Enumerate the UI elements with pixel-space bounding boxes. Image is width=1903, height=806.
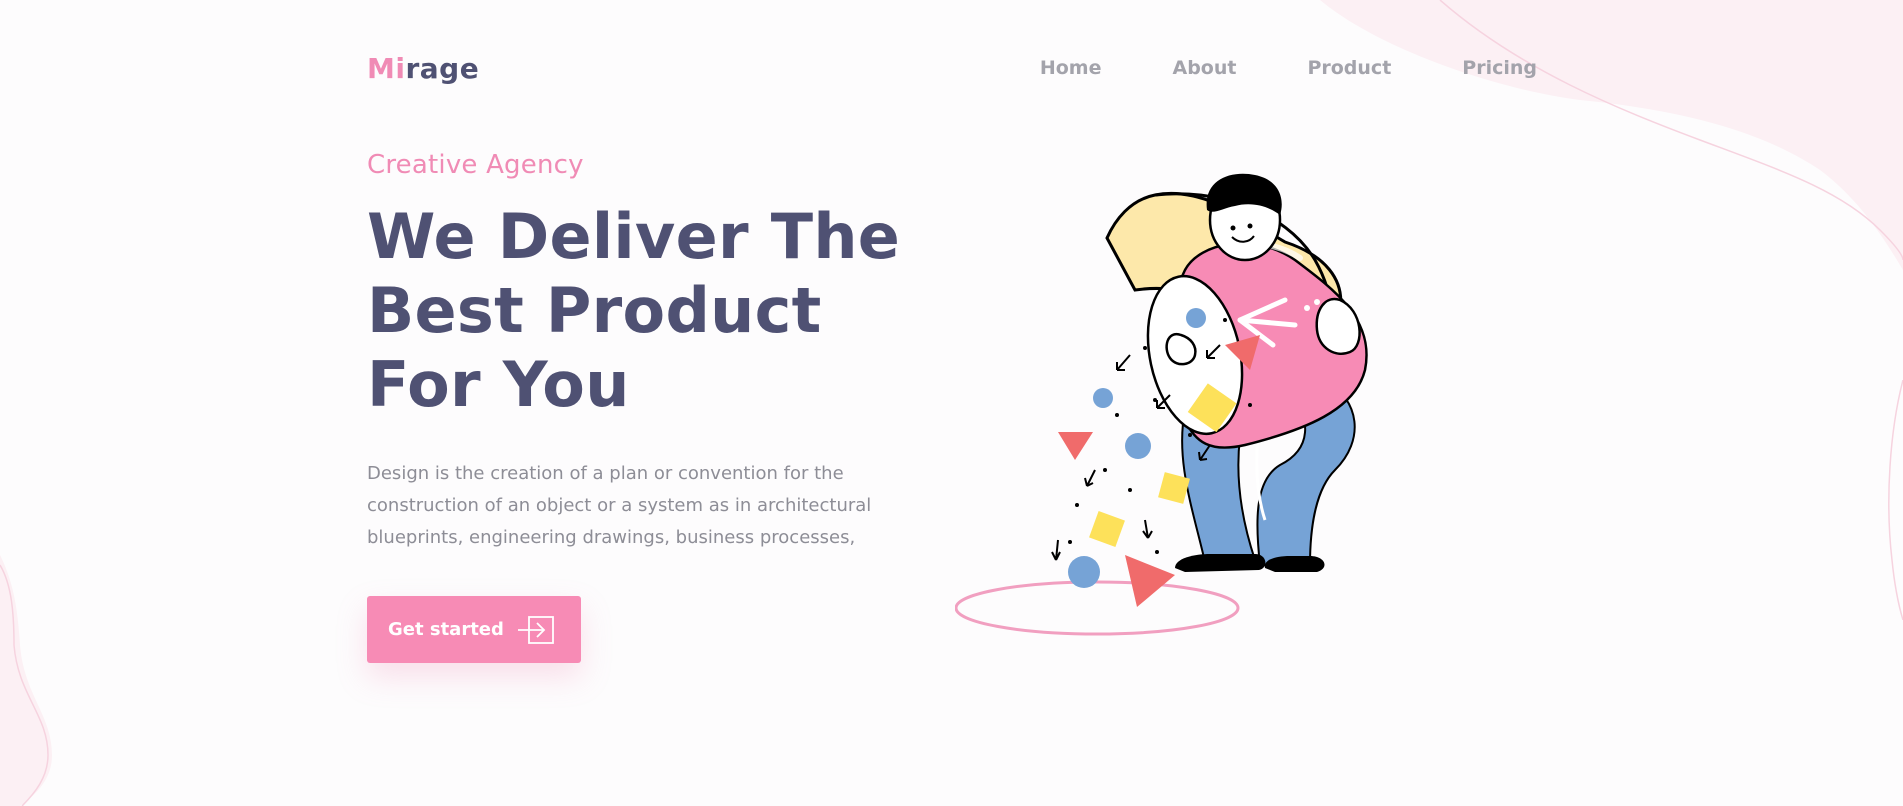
- falling-circle: [1186, 308, 1206, 328]
- right-shoe: [1264, 556, 1325, 572]
- nav-link-home[interactable]: Home: [1040, 57, 1102, 79]
- left-shoe: [1175, 554, 1266, 572]
- get-started-button[interactable]: Get started: [367, 596, 581, 663]
- right-hand: [1315, 297, 1361, 355]
- nav-link-pricing[interactable]: Pricing: [1462, 57, 1537, 79]
- hero-eyebrow: Creative Agency: [367, 150, 584, 180]
- arrow-into-box-icon: [518, 616, 554, 644]
- hero-section: Creative Agency We Deliver The Best Prod…: [367, 150, 927, 554]
- hero-illustration: [955, 173, 1368, 636]
- hero-description: Design is the creation of a plan or conv…: [367, 463, 872, 548]
- background-blob-right-edge: [1888, 380, 1903, 620]
- get-started-label: Get started: [388, 619, 504, 640]
- ground-ellipse: [955, 580, 1240, 636]
- nav-links: Home About Product Pricing: [1040, 57, 1537, 79]
- brand-logo[interactable]: Mirage: [367, 52, 479, 85]
- nav-link-about[interactable]: About: [1172, 57, 1236, 79]
- hero-headline: We Deliver The Best Product For You: [367, 200, 901, 421]
- top-navbar: Mirage Home About Product Pricing: [367, 48, 1537, 90]
- logo-accent-text: Mi: [367, 52, 406, 85]
- background-blob-bottom-left: [0, 555, 52, 806]
- nav-link-product[interactable]: Product: [1307, 57, 1391, 79]
- logo-rest-text: rage: [405, 52, 480, 85]
